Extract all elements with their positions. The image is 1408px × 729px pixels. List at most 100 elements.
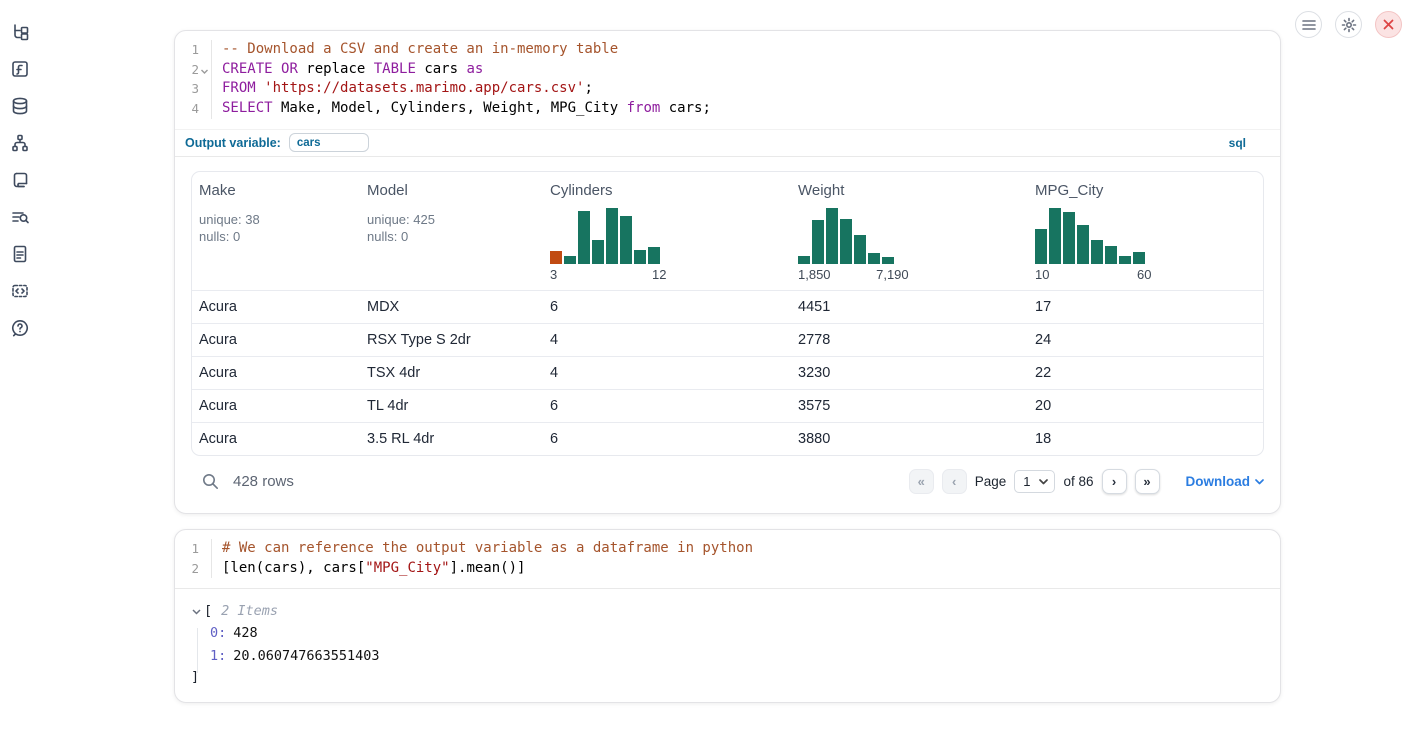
- tree-entry: 0:428: [191, 622, 1264, 645]
- table-cell: TSX 4dr: [360, 365, 543, 381]
- fold-gutter: [199, 60, 212, 80]
- table-row: Acura3.5 RL 4dr6388018: [192, 422, 1263, 455]
- collapse-icon[interactable]: [191, 608, 202, 616]
- shutdown-button[interactable]: [1375, 11, 1402, 38]
- table-cell: Acura: [192, 299, 360, 315]
- table-column-header: Make unique: 38 nulls: 0: [192, 182, 360, 290]
- row-count: 428 rows: [233, 473, 294, 490]
- snippets-icon[interactable]: [9, 280, 31, 302]
- table-column-header: MPG_City 10 60: [1028, 182, 1263, 290]
- histogram-min-label: 1,850: [798, 267, 831, 283]
- sql-cell-output: Make unique: 38 nulls: 0 Model unique: 4…: [175, 156, 1280, 513]
- chevron-down-icon: [1255, 479, 1264, 485]
- fold-gutter: [199, 539, 212, 559]
- fold-icon[interactable]: [200, 68, 209, 75]
- code-line[interactable]: 3 FROM 'https://datasets.marimo.app/cars…: [175, 79, 1280, 99]
- documentation-icon[interactable]: [9, 243, 31, 265]
- table-column-header: Cylinders 3 12: [543, 182, 791, 290]
- search-button[interactable]: [199, 471, 221, 493]
- data-table: Make unique: 38 nulls: 0 Model unique: 4…: [191, 171, 1264, 456]
- language-badge[interactable]: sql: [1229, 136, 1246, 150]
- code-line[interactable]: 1 # We can reference the output variable…: [175, 539, 1280, 559]
- column-title[interactable]: Make: [199, 182, 236, 199]
- python-code-editor[interactable]: 1 # We can reference the output variable…: [175, 530, 1280, 588]
- last-page-button[interactable]: »: [1135, 469, 1160, 494]
- gear-icon: [1341, 17, 1357, 33]
- histogram-bar: [564, 256, 576, 264]
- tree-root-row: [ 2 Items: [191, 601, 1264, 622]
- functions-icon[interactable]: [9, 58, 31, 80]
- code-token: CREATE: [222, 61, 273, 77]
- chevron-left-icon: ‹: [952, 474, 956, 489]
- histogram-max-label: 7,190: [876, 267, 909, 283]
- table-cell: 3230: [791, 365, 1028, 381]
- menu-button[interactable]: [1295, 11, 1322, 38]
- tree-entry-value: 428: [233, 625, 257, 641]
- python-output-tree: [ 2 Items 0:428 1:20.060747663551403 ]: [175, 588, 1280, 702]
- code-line[interactable]: 2 [len(cars), cars["MPG_City"].mean()]: [175, 559, 1280, 579]
- column-title[interactable]: Cylinders: [550, 182, 613, 199]
- column-title[interactable]: MPG_City: [1035, 182, 1103, 199]
- column-title[interactable]: Weight: [798, 182, 844, 199]
- download-button[interactable]: Download: [1186, 474, 1265, 489]
- tree-open-bracket: [: [204, 601, 212, 622]
- menu-icon: [1302, 19, 1316, 31]
- datasources-icon[interactable]: [9, 95, 31, 117]
- code-token: Make, Model, Cylinders, Weight, MPG_City: [273, 100, 627, 116]
- line-number: 4: [175, 99, 199, 119]
- table-row: AcuraMDX6445117: [192, 290, 1263, 323]
- next-page-button[interactable]: ›: [1102, 469, 1127, 494]
- sidebar: [9, 21, 31, 339]
- file-explorer-icon[interactable]: [9, 21, 31, 43]
- table-row: AcuraTSX 4dr4323022: [192, 356, 1263, 389]
- code-token: FROM: [222, 80, 256, 96]
- table-cell: MDX: [360, 299, 543, 315]
- page-total-label: of 86: [1063, 474, 1093, 489]
- histogram-bar: [798, 256, 810, 264]
- table-cell: 6: [543, 299, 791, 315]
- histogram-bar: [1105, 246, 1117, 264]
- histogram-bar: [648, 247, 660, 264]
- pagination: « ‹ Page 1 of 86 › » Download: [909, 469, 1264, 494]
- table-body: AcuraMDX6445117AcuraRSX Type S 2dr427782…: [192, 290, 1263, 455]
- settings-button[interactable]: [1335, 11, 1362, 38]
- code-token: cars: [416, 61, 467, 77]
- column-title[interactable]: Model: [367, 182, 408, 199]
- output-variable-input[interactable]: [289, 133, 369, 152]
- previous-page-button[interactable]: ‹: [942, 469, 967, 494]
- close-icon: [1383, 19, 1394, 30]
- code-token: cars;: [660, 100, 711, 116]
- help-icon[interactable]: [9, 317, 31, 339]
- table-header-row: Make unique: 38 nulls: 0 Model unique: 4…: [192, 172, 1263, 290]
- tree-entry-key: 1:: [210, 648, 226, 664]
- histogram-min-label: 10: [1035, 267, 1049, 283]
- code-line[interactable]: 1 -- Download a CSV and create an in-mem…: [175, 40, 1280, 60]
- scratchpad-icon[interactable]: [9, 169, 31, 191]
- page-select[interactable]: 1: [1014, 470, 1055, 493]
- notebook: 1 -- Download a CSV and create an in-mem…: [174, 30, 1281, 703]
- code-token: [len(cars), cars[: [222, 560, 365, 576]
- line-number: 3: [175, 79, 199, 99]
- table-cell: 24: [1028, 332, 1263, 348]
- table-cell: 6: [543, 431, 791, 447]
- histogram-bar: [1077, 225, 1089, 264]
- column-histogram: 10 60: [1035, 208, 1145, 283]
- histogram-bar: [1035, 229, 1047, 264]
- output-variable-bar: Output variable: sql: [175, 129, 1280, 156]
- logs-icon[interactable]: [9, 206, 31, 228]
- tree-guide-line: [197, 628, 198, 673]
- code-line[interactable]: 4 SELECT Make, Model, Cylinders, Weight,…: [175, 99, 1280, 119]
- table-cell: Acura: [192, 332, 360, 348]
- histogram-bar: [868, 253, 880, 264]
- table-cell: 4: [543, 332, 791, 348]
- sql-code-editor[interactable]: 1 -- Download a CSV and create an in-mem…: [175, 31, 1280, 129]
- chevron-down-icon: [1039, 479, 1048, 485]
- code-line[interactable]: 2 CREATE OR replace TABLE cars as: [175, 60, 1280, 80]
- code-token: -- Download a CSV and create an in-memor…: [222, 41, 618, 57]
- table-cell: 3880: [791, 431, 1028, 447]
- tree-entry-value: 20.060747663551403: [233, 648, 379, 664]
- table-cell: 4451: [791, 299, 1028, 315]
- dependency-graph-icon[interactable]: [9, 132, 31, 154]
- line-number: 1: [175, 40, 199, 60]
- first-page-button[interactable]: «: [909, 469, 934, 494]
